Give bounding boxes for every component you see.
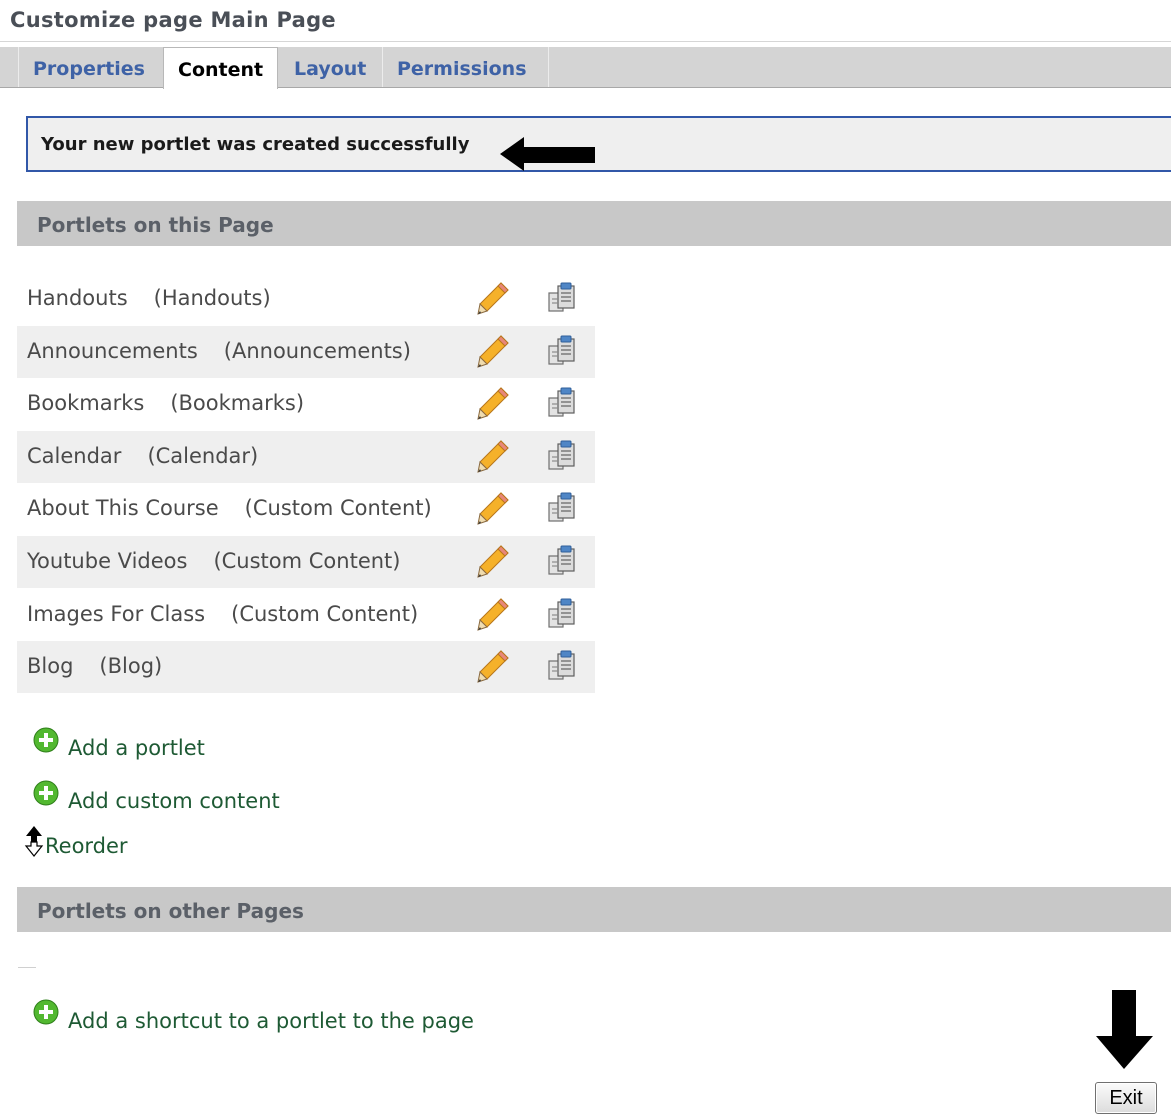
pencil-icon[interactable] bbox=[477, 491, 509, 525]
portlet-title: Images For Class bbox=[27, 602, 206, 626]
portlet-row: Youtube Videos (Custom Content) bbox=[17, 536, 595, 588]
left-arrow-icon bbox=[500, 137, 595, 171]
reorder-link[interactable]: Reorder bbox=[45, 834, 128, 858]
plus-circle-icon[interactable] bbox=[33, 999, 59, 1025]
portlet-row: Handouts (Handouts) bbox=[17, 273, 595, 325]
copy-icon[interactable] bbox=[545, 649, 579, 683]
portlet-name: Youtube Videos (Custom Content) bbox=[27, 549, 400, 573]
copy-icon[interactable] bbox=[545, 386, 579, 420]
portlet-type: (Handouts) bbox=[153, 286, 271, 310]
portlet-row: Blog (Blog) bbox=[17, 641, 595, 693]
add-shortcut-link[interactable]: Add a shortcut to a portlet to the page bbox=[68, 1009, 474, 1033]
portlet-name: Announcements (Announcements) bbox=[27, 339, 411, 363]
plus-circle-icon[interactable] bbox=[33, 727, 59, 753]
copy-icon[interactable] bbox=[545, 281, 579, 315]
portlet-row: About This Course (Custom Content) bbox=[17, 483, 595, 535]
tab-properties[interactable]: Properties bbox=[19, 47, 164, 87]
pencil-icon[interactable] bbox=[477, 544, 509, 578]
portlet-type: (Custom Content) bbox=[244, 496, 432, 520]
empty-list-divider bbox=[18, 967, 36, 968]
portlet-name: Handouts (Handouts) bbox=[27, 286, 271, 310]
copy-icon[interactable] bbox=[545, 544, 579, 578]
copy-icon[interactable] bbox=[545, 597, 579, 631]
portlet-title: About This Course bbox=[27, 496, 219, 520]
status-message-box: Your new portlet was created successfull… bbox=[26, 116, 1171, 172]
portlet-type: (Bookmarks) bbox=[170, 391, 305, 415]
copy-icon[interactable] bbox=[545, 334, 579, 368]
portlet-type: (Blog) bbox=[99, 654, 163, 678]
tab-bar-lead bbox=[0, 47, 19, 87]
portlet-title: Bookmarks bbox=[27, 391, 145, 415]
portlet-name: Calendar (Calendar) bbox=[27, 444, 258, 468]
tab-bar: Properties Content Layout Permissions bbox=[0, 47, 1171, 89]
add-custom-content-link[interactable]: Add custom content bbox=[68, 789, 280, 813]
section-header-this-page: Portlets on this Page bbox=[17, 201, 1171, 246]
section-title-other-pages: Portlets on other Pages bbox=[37, 899, 304, 923]
portlet-title: Handouts bbox=[27, 286, 128, 310]
pencil-icon[interactable] bbox=[477, 281, 509, 315]
title-divider bbox=[0, 41, 1171, 42]
portlet-type: (Announcements) bbox=[223, 339, 411, 363]
down-arrow-icon bbox=[1096, 990, 1153, 1069]
portlet-name: About This Course (Custom Content) bbox=[27, 496, 432, 520]
pencil-icon[interactable] bbox=[477, 597, 509, 631]
portlet-name: Images For Class (Custom Content) bbox=[27, 602, 418, 626]
page-title: Customize page Main Page bbox=[10, 8, 336, 32]
add-portlet-link[interactable]: Add a portlet bbox=[68, 736, 205, 760]
portlet-name: Blog (Blog) bbox=[27, 654, 162, 678]
pencil-icon[interactable] bbox=[477, 334, 509, 368]
portlet-title: Youtube Videos bbox=[27, 549, 188, 573]
portlet-row: Announcements (Announcements) bbox=[17, 326, 595, 378]
portlet-type: (Calendar) bbox=[147, 444, 259, 468]
portlet-type: (Custom Content) bbox=[231, 602, 419, 626]
pencil-icon[interactable] bbox=[477, 649, 509, 683]
pencil-icon[interactable] bbox=[477, 439, 509, 473]
copy-icon[interactable] bbox=[545, 439, 579, 473]
plus-circle-icon[interactable] bbox=[33, 780, 59, 806]
portlet-type: (Custom Content) bbox=[213, 549, 401, 573]
tab-layout[interactable]: Layout bbox=[280, 47, 383, 87]
exit-button[interactable]: Exit bbox=[1095, 1082, 1157, 1114]
section-header-other-pages: Portlets on other Pages bbox=[17, 887, 1171, 932]
tab-content[interactable]: Content bbox=[163, 47, 278, 89]
portlet-name: Bookmarks (Bookmarks) bbox=[27, 391, 304, 415]
portlet-title: Announcements bbox=[27, 339, 198, 363]
portlet-row: Calendar (Calendar) bbox=[17, 431, 595, 483]
reorder-arrows-icon[interactable] bbox=[24, 825, 46, 857]
portlet-row: Bookmarks (Bookmarks) bbox=[17, 378, 595, 430]
portlet-title: Blog bbox=[27, 654, 74, 678]
tab-permissions[interactable]: Permissions bbox=[383, 47, 549, 87]
copy-icon[interactable] bbox=[545, 491, 579, 525]
portlet-row: Images For Class (Custom Content) bbox=[17, 589, 595, 641]
section-title-this-page: Portlets on this Page bbox=[37, 213, 274, 237]
pencil-icon[interactable] bbox=[477, 386, 509, 420]
status-message: Your new portlet was created successfull… bbox=[41, 134, 470, 155]
portlet-title: Calendar bbox=[27, 444, 122, 468]
